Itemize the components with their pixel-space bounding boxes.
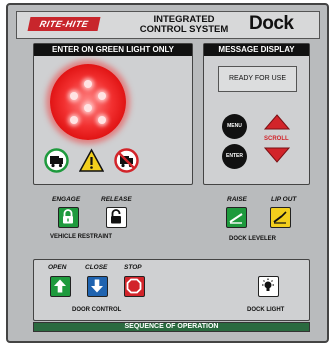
engage-label: ENGAGE <box>52 196 81 203</box>
enter-button[interactable]: ENTER <box>222 144 247 169</box>
engage-button[interactable] <box>58 207 79 228</box>
dock-light-button[interactable] <box>258 276 279 297</box>
led <box>98 116 106 124</box>
led <box>70 116 78 124</box>
door-open-button[interactable] <box>50 276 71 297</box>
truck-ok-icon <box>44 148 69 173</box>
vehicle-restraint-label: VEHICLE RESTRAINT <box>50 234 113 240</box>
release-button[interactable] <box>106 207 127 228</box>
lip-out-button[interactable] <box>270 207 291 228</box>
raise-label: RAISE <box>227 196 247 203</box>
lip-out-icon <box>273 211 287 224</box>
stop-icon <box>126 278 142 294</box>
led <box>84 80 92 88</box>
door-control-label: DOOR CONTROL <box>72 307 122 313</box>
led <box>70 92 78 100</box>
header: RITE-HITE INTEGRATED CONTROL SYSTEM Dock <box>16 11 320 39</box>
door-stop-button[interactable] <box>124 276 145 297</box>
scroll-label: SCROLL <box>264 136 289 142</box>
stop-label: STOP <box>124 264 142 271</box>
door-close-button[interactable] <box>87 276 108 297</box>
message-display-section: MESSAGE DISPLAY READY FOR USE MENU ENTER… <box>203 43 310 185</box>
message-screen: READY FOR USE <box>218 66 297 92</box>
signal-light-title: ENTER ON GREEN LIGHT ONLY <box>34 44 192 56</box>
scroll-up-button[interactable] <box>264 114 290 130</box>
lip-out-label: LIP OUT <box>271 196 297 203</box>
warning-icon <box>79 148 104 172</box>
signal-light-section: ENTER ON GREEN LIGHT ONLY <box>33 43 193 185</box>
raise-button[interactable] <box>226 207 247 228</box>
lock-closed-icon <box>63 209 73 224</box>
scroll-down-button[interactable] <box>264 147 290 163</box>
led <box>84 104 92 112</box>
brand-logo: RITE-HITE <box>27 17 101 31</box>
light-bulb-icon <box>262 278 274 291</box>
lock-open-icon <box>111 209 121 224</box>
dock-light-label: DOCK LIGHT <box>247 307 285 313</box>
arrow-up-icon <box>54 279 66 293</box>
dock-leveler-label: DOCK LEVELER <box>229 236 277 242</box>
system-title: INTEGRATED CONTROL SYSTEM <box>129 15 239 35</box>
system-title-line2: CONTROL SYSTEM <box>139 24 229 35</box>
truck-prohibited-icon <box>114 148 139 173</box>
leveler-raise-icon <box>229 213 243 224</box>
release-label: RELEASE <box>101 196 132 203</box>
message-display-title: MESSAGE DISPLAY <box>204 44 309 56</box>
dock-logo: Dock <box>249 13 294 34</box>
sequence-of-operation-bar: SEQUENCE OF OPERATION <box>33 322 310 332</box>
signal-light <box>50 64 126 140</box>
led <box>98 92 106 100</box>
arrow-down-icon <box>91 279 103 293</box>
menu-button[interactable]: MENU <box>222 114 247 139</box>
open-label: OPEN <box>48 264 67 271</box>
close-label: CLOSE <box>85 264 108 271</box>
